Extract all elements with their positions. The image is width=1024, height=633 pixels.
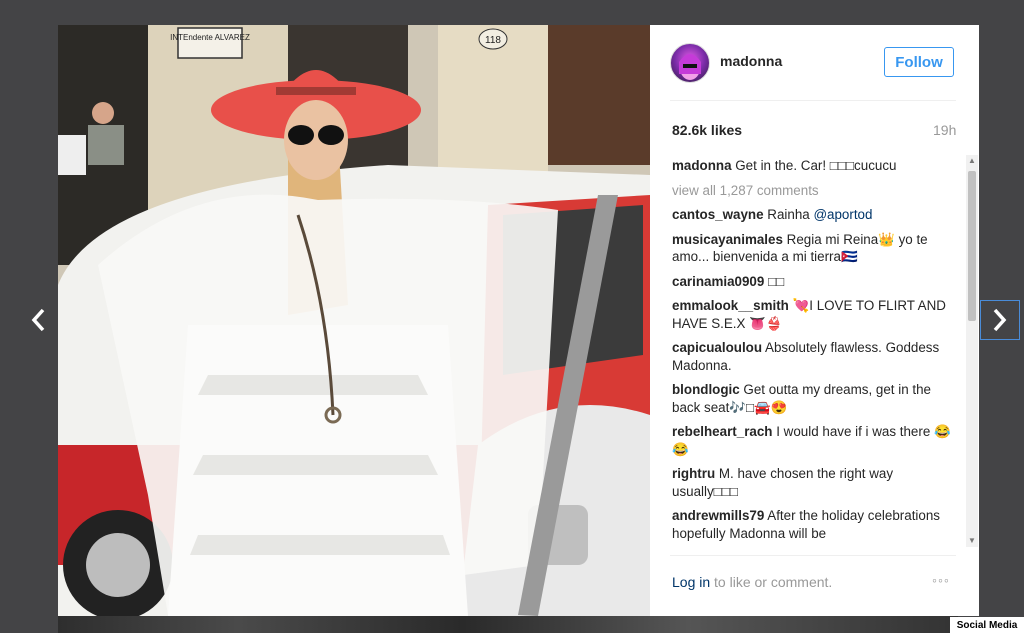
comment-username[interactable]: blondlogic: [672, 382, 740, 397]
footer-divider: [670, 555, 956, 556]
photo-illustration: INTEndente ALVAREZ 118: [58, 25, 650, 616]
login-link[interactable]: Log in: [672, 574, 710, 590]
comments-scrollbar[interactable]: ▲ ▼: [966, 155, 978, 547]
scroll-up-arrow-icon[interactable]: ▲: [966, 155, 978, 167]
comment-username[interactable]: carinamia0909: [672, 274, 764, 289]
comments-list: madonna Get in the. Car! □□□cucucu view …: [672, 157, 962, 547]
post-photo[interactable]: INTEndente ALVAREZ 118: [58, 25, 650, 616]
background-feed-strip: [58, 616, 958, 633]
comment-item: capicualoulou Absolutely flawless. Godde…: [672, 339, 962, 374]
likes-count[interactable]: 82.6k likes: [672, 122, 742, 138]
comment-item: blondlogic Get outta my dreams, get in t…: [672, 381, 962, 416]
chevron-right-icon: [993, 308, 1007, 332]
scroll-down-arrow-icon[interactable]: ▼: [966, 535, 978, 547]
comment-username[interactable]: cantos_wayne: [672, 207, 764, 222]
header-divider: [670, 100, 956, 101]
street-sign-text: INTEndente ALVAREZ: [170, 33, 250, 42]
comment-item: carinamia0909 □□: [672, 273, 962, 291]
watermark: Social Media: [950, 617, 1024, 633]
comment-username[interactable]: emmalook__smith: [672, 298, 789, 313]
comment-item: emmalook__smith 💘I LOVE TO FLIRT AND HAV…: [672, 297, 962, 332]
more-options-icon[interactable]: ◦◦◦: [932, 572, 950, 588]
comment-item: andrewmills79 After the holiday celebrat…: [672, 507, 962, 542]
avatar-image: [679, 54, 701, 80]
comment-username[interactable]: andrewmills79: [672, 508, 764, 523]
login-prompt: Log in to like or comment.: [672, 574, 832, 590]
comment-text: □□: [768, 273, 785, 289]
comment-username[interactable]: capicualoulou: [672, 340, 762, 355]
comment-username[interactable]: rightru: [672, 466, 715, 481]
caption: madonna Get in the. Car! □□□cucucu: [672, 157, 962, 175]
login-prompt-text: to like or comment.: [710, 574, 833, 590]
comment-item: rightru M. have chosen the right way usu…: [672, 465, 962, 500]
scrollbar-thumb[interactable]: [968, 171, 976, 321]
comment-text: Rainha: [767, 207, 814, 222]
previous-post-button[interactable]: [18, 300, 58, 340]
caption-username[interactable]: madonna: [672, 158, 732, 173]
view-all-comments-link[interactable]: view all 1,287 comments: [672, 182, 962, 200]
comment-item: cantos_wayne Rainha @aportod: [672, 206, 962, 224]
post-sidebar: madonna Follow 82.6k likes 19h madonna G…: [650, 25, 979, 616]
comment-username[interactable]: musicayanimales: [672, 232, 783, 247]
post-time[interactable]: 19h: [933, 122, 956, 138]
chevron-left-icon: [31, 308, 45, 332]
follow-button[interactable]: Follow: [884, 47, 954, 77]
post-header: madonna Follow: [670, 43, 956, 83]
avatar[interactable]: [670, 43, 710, 83]
caption-text: Get in the. Car! □□□cucucu: [735, 158, 897, 173]
username[interactable]: madonna: [720, 53, 782, 69]
comment-item: rebelheart_rach I would have if i was th…: [672, 423, 962, 458]
comment-username[interactable]: rebelheart_rach: [672, 424, 772, 439]
house-number-text: 118: [485, 35, 501, 46]
comment-item: musicayanimales Regia mi Reina👑 yo te am…: [672, 231, 962, 266]
comment-mention[interactable]: @aportod: [813, 207, 872, 222]
next-post-button[interactable]: [980, 300, 1020, 340]
